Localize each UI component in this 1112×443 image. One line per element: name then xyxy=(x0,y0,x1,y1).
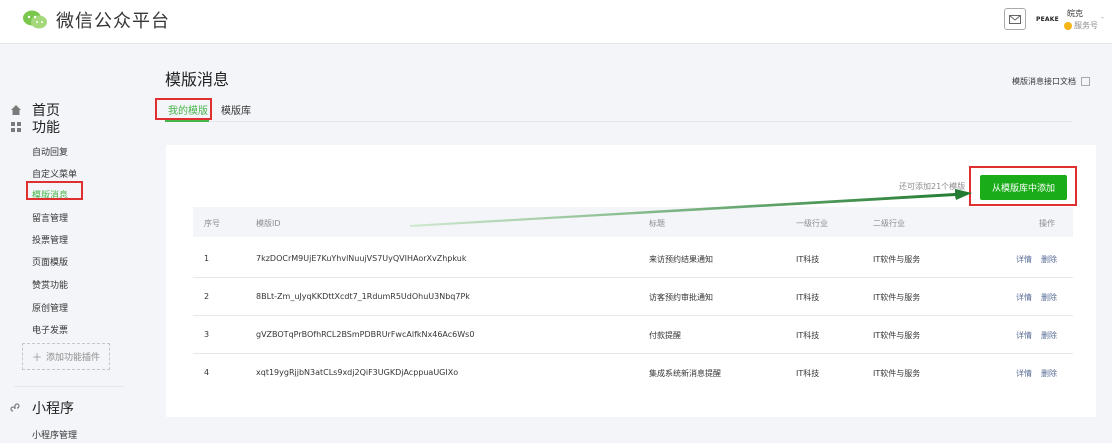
row-no: 1 xyxy=(204,254,210,263)
row-template-id: 8BLt-Zm_uJyqKKDttXcdt7_1RdumR5UdOhuU3Nbq… xyxy=(256,292,470,301)
row-industry-2: IT软件与服务 xyxy=(873,331,921,340)
plus-icon: + xyxy=(31,349,43,364)
header-industry-1: 一级行业 xyxy=(796,219,828,228)
add-plugin-button[interactable]: + 添加功能插件 xyxy=(22,343,110,370)
header-no: 序号 xyxy=(204,219,220,228)
account-logo[interactable]: PEAKE xyxy=(1036,16,1059,23)
row-no: 4 xyxy=(204,368,210,377)
row-title: 来访预约结果通知 xyxy=(649,255,713,264)
mail-icon xyxy=(1009,14,1021,24)
table-row: 1 7kzDOCrM9UjE7KuYhvlNuujVS7UyQVIHAorXvZ… xyxy=(193,241,1073,278)
highlight-box-tab xyxy=(155,98,212,120)
grid-icon xyxy=(11,122,21,132)
account-menu-caret-icon[interactable]: - xyxy=(1101,13,1104,22)
sidebar-item-e-invoice[interactable]: 电子发票 xyxy=(32,323,68,336)
detail-link[interactable]: 详情 xyxy=(1016,254,1032,265)
row-industry-2: IT软件与服务 xyxy=(873,255,921,264)
table-header: 序号 模版ID 标题 一级行业 二级行业 操作 xyxy=(193,207,1073,237)
row-title: 访客预约审批通知 xyxy=(649,293,713,302)
row-template-id: 7kzDOCrM9UjE7KuYhvlNuujVS7UyQVIHAorXvZhp… xyxy=(256,254,467,263)
table-row: 3 gVZBOTqPrBOfhRCL2BSmPDBRUrFwcAlfkNx46A… xyxy=(193,317,1073,354)
sidebar-item-miniprogram-management[interactable]: 小程序管理 xyxy=(32,428,77,441)
logo[interactable]: 微信公众平台 xyxy=(22,7,170,33)
detail-link[interactable]: 详情 xyxy=(1016,292,1032,303)
row-no: 2 xyxy=(204,292,210,301)
row-template-id: xqt19ygRjjbN3atCLs9xdj2QiF3UGKDjAcppuaUG… xyxy=(256,368,459,377)
header-actions: 操作 xyxy=(1039,219,1055,228)
row-no: 3 xyxy=(204,330,210,339)
sidebar-section-features: 功能 xyxy=(10,117,60,137)
active-tab-underline xyxy=(165,120,209,122)
row-industry-1: IT科技 xyxy=(796,293,820,302)
sidebar-divider xyxy=(14,386,124,387)
account-type-label: 服务号 xyxy=(1074,21,1098,30)
document-icon xyxy=(1081,77,1090,86)
delete-link[interactable]: 删除 xyxy=(1041,254,1057,265)
table-row: 4 xqt19ygRjjbN3atCLs9xdj2QiF3UGKDjAcppua… xyxy=(193,355,1073,392)
sidebar-item-vote-management[interactable]: 投票管理 xyxy=(32,233,68,246)
sidebar-section-miniprogram-label: 小程序 xyxy=(32,401,74,417)
platform-title: 微信公众平台 xyxy=(56,11,170,32)
sidebar-item-auto-reply[interactable]: 自动回复 xyxy=(32,145,68,158)
row-industry-1: IT科技 xyxy=(796,369,820,378)
highlight-box-add-button xyxy=(969,166,1077,206)
delete-link[interactable]: 删除 xyxy=(1041,292,1057,303)
tab-bar: 我的模版 模版库 xyxy=(165,96,1072,122)
row-industry-1: IT科技 xyxy=(796,255,820,264)
sidebar-item-comment-management[interactable]: 留言管理 xyxy=(32,211,68,224)
detail-link[interactable]: 详情 xyxy=(1016,368,1032,379)
highlight-box-sidebar xyxy=(26,181,83,200)
home-icon xyxy=(11,105,21,115)
sidebar-item-reward[interactable]: 赞赏功能 xyxy=(32,278,68,291)
row-industry-1: IT科技 xyxy=(796,331,820,340)
doc-link[interactable]: 模版消息接口文档 xyxy=(1012,76,1090,87)
row-title: 付款提醒 xyxy=(649,331,681,340)
detail-link[interactable]: 详情 xyxy=(1016,330,1032,341)
account-type: 服务号 xyxy=(1064,20,1098,31)
header-template-id: 模版ID xyxy=(256,219,281,228)
header-industry-2: 二级行业 xyxy=(873,219,905,228)
sidebar-item-page-template[interactable]: 页面模版 xyxy=(32,255,68,268)
mail-button[interactable] xyxy=(1004,8,1026,30)
sidebar-item-custom-menu[interactable]: 自定义菜单 xyxy=(32,167,77,180)
delete-link[interactable]: 删除 xyxy=(1041,368,1057,379)
header-title: 标题 xyxy=(649,219,665,228)
delete-link[interactable]: 删除 xyxy=(1041,330,1057,341)
add-plugin-label: 添加功能插件 xyxy=(46,353,101,363)
sidebar-section-features-label: 功能 xyxy=(32,120,60,136)
miniprogram-icon xyxy=(10,403,20,412)
sidebar-section-miniprogram: 小程序 xyxy=(10,398,74,418)
row-industry-2: IT软件与服务 xyxy=(873,369,921,378)
verified-badge-icon xyxy=(1064,21,1072,30)
top-bar: 微信公众平台 PEAKE 皖克 服务号 - xyxy=(0,0,1112,44)
doc-link-label: 模版消息接口文档 xyxy=(1012,77,1076,86)
account-name[interactable]: 皖克 xyxy=(1067,8,1083,19)
wechat-logo-icon xyxy=(23,10,47,29)
row-industry-2: IT软件与服务 xyxy=(873,293,921,302)
row-title: 集成系统新消息提醒 xyxy=(649,369,721,378)
table-row: 2 8BLt-Zm_uJyqKKDttXcdt7_1RdumR5UdOhuU3N… xyxy=(193,279,1073,316)
tab-template-library[interactable]: 模版库 xyxy=(221,102,251,117)
page-title: 模版消息 xyxy=(165,70,230,89)
sidebar-item-original-management[interactable]: 原创管理 xyxy=(32,301,68,314)
row-template-id: gVZBOTqPrBOfhRCL2BSmPDBRUrFwcAlfkNx46Ac6… xyxy=(256,330,475,339)
quota-text: 还可添加21个模版 xyxy=(899,182,966,191)
